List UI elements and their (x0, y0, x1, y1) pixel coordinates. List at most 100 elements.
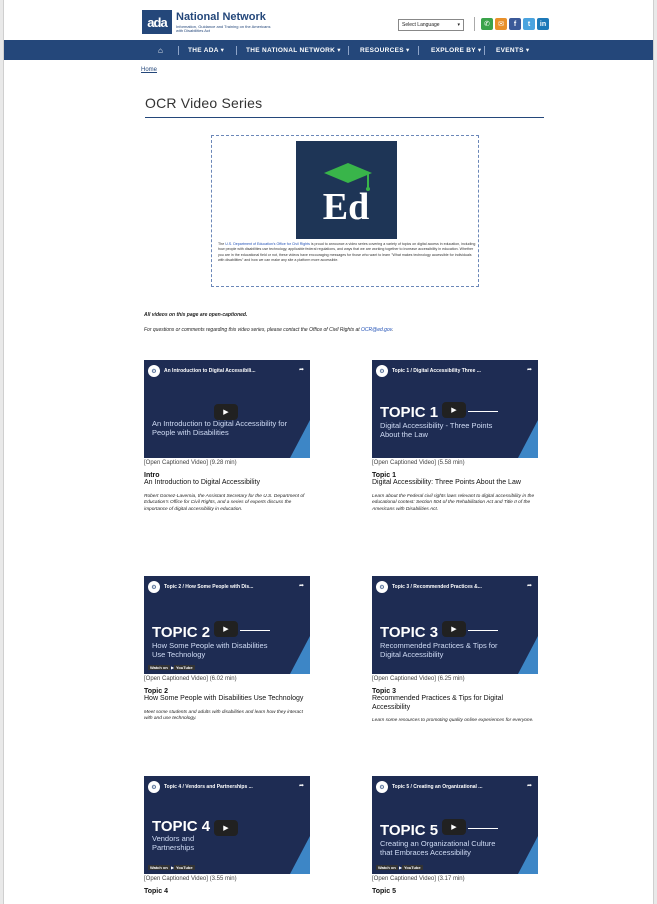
video-title: How Some People with Disabilities Use Te… (144, 695, 304, 702)
contact-note-suffix: . (391, 327, 394, 333)
play-button-icon[interactable]: ▶ (442, 621, 466, 637)
video-topic: Topic 4 (144, 888, 168, 895)
site-logo[interactable]: ada National Network Information, Guidan… (142, 10, 276, 34)
watch-on-label: Watch on (148, 665, 170, 670)
watch-on-label: Watch on (148, 865, 170, 870)
video-meta: [Open Captioned Video] (9.28 min) (144, 460, 237, 466)
watch-on-youtube[interactable]: Watch on ▶ YouTube (148, 865, 195, 870)
channel-avatar: ⚙ (376, 781, 388, 793)
logo-subtitle: Information, Guidance and Training on th… (176, 23, 271, 33)
video-player[interactable]: ⚙ Topic 1 / Digital Accessibility Three … (372, 360, 538, 458)
contact-note: For questions or comments regarding this… (144, 327, 393, 333)
thumbnail-accent (290, 836, 310, 874)
channel-avatar: ⚙ (148, 365, 160, 377)
video-card: ⚙ An Introduction to Digital Accessibili… (144, 360, 310, 514)
thumbnail-line (468, 630, 498, 631)
video-description: Robert Gomez-Lavernia, the Assistant Sec… (144, 493, 305, 513)
video-title: Digital Accessibility: Three Points Abou… (372, 479, 521, 486)
video-player[interactable]: ⚙ Topic 3 / Recommended Practices &... ➦… (372, 576, 538, 674)
video-description: Learn about the Federal civil rights law… (372, 493, 535, 513)
share-icon[interactable]: ➦ (527, 366, 532, 373)
share-icon[interactable]: ➦ (299, 366, 304, 373)
play-button-icon[interactable]: ▶ (214, 404, 238, 420)
video-card: ⚙ Topic 3 / Recommended Practices &... ➦… (372, 576, 538, 725)
video-player[interactable]: ⚙ Topic 2 / How Some People with Dis... … (144, 576, 310, 674)
thumbnail-topic: TOPIC 4 (152, 818, 211, 835)
thumbnail-topic: TOPIC 5 (380, 822, 439, 839)
video-topic: Topic 2 (144, 688, 168, 695)
thumbnail-accent (290, 420, 310, 458)
nav-item-events[interactable]: EVENTS ▾ (496, 40, 529, 60)
watch-on-label: Watch on (376, 865, 398, 870)
video-embed-title[interactable]: Topic 4 / Vendors and Partnerships ... (164, 784, 253, 790)
nav-divider (418, 46, 419, 55)
svg-text:Ed: Ed (323, 186, 369, 228)
share-icon[interactable]: ➦ (527, 582, 532, 589)
captioned-note: All videos on this page are open-caption… (144, 312, 248, 318)
nav-divider (178, 46, 179, 55)
watch-on-youtube[interactable]: Watch on ▶ YouTube (376, 865, 423, 870)
youtube-label: YouTube (402, 865, 423, 870)
video-embed-title[interactable]: An Introduction to Digital Accessibili..… (164, 368, 256, 374)
watch-on-youtube[interactable]: Watch on ▶ YouTube (148, 665, 195, 670)
phone-icon[interactable]: ✆ (481, 18, 493, 30)
video-player[interactable]: ⚙ Topic 5 / Creating an Organizational .… (372, 776, 538, 874)
title-divider (145, 117, 544, 118)
share-icon[interactable]: ➦ (299, 582, 304, 589)
nav-home-icon[interactable]: ⌂ (158, 40, 163, 60)
video-embed-title[interactable]: Topic 3 / Recommended Practices &... (392, 584, 482, 590)
linkedin-icon[interactable]: in (537, 18, 549, 30)
share-icon[interactable]: ➦ (299, 782, 304, 789)
video-topic: Topic 5 (372, 888, 396, 895)
thumbnail-subtitle: Digital Accessibility - Three Points Abo… (380, 421, 493, 439)
intro-box: Ed The U.S. Department of Education's Of… (211, 135, 479, 287)
thumbnail-subtitle: Creating an Organizational Culture that … (380, 839, 496, 857)
chevron-down-icon: ▾ (457, 22, 460, 28)
channel-avatar: ⚙ (148, 581, 160, 593)
video-description: Meet some students and adults with disab… (144, 709, 303, 722)
thumbnail-line (240, 630, 270, 631)
share-icon[interactable]: ➦ (527, 782, 532, 789)
video-player[interactable]: ⚙ An Introduction to Digital Accessibili… (144, 360, 310, 458)
channel-avatar: ⚙ (376, 365, 388, 377)
ocr-link[interactable]: Office for Civil Rights (276, 242, 309, 246)
video-meta: [Open Captioned Video] (5.58 min) (372, 460, 465, 466)
logo-mark: ada (142, 10, 172, 34)
twitter-icon[interactable]: t (523, 18, 535, 30)
nav-item-resources[interactable]: RESOURCES ▾ (360, 40, 410, 60)
play-button-icon[interactable]: ▶ (442, 819, 466, 835)
video-description: Learn some resources to promoting qualit… (372, 718, 534, 723)
play-button-icon[interactable]: ▶ (214, 621, 238, 637)
thumbnail-topic: TOPIC 3 (380, 624, 439, 641)
thumbnail-topic: TOPIC 2 (152, 624, 211, 641)
thumbnail-accent (290, 636, 310, 674)
thumbnail-subtitle: How Some People with Disabilities Use Te… (152, 641, 268, 659)
header-divider (474, 17, 475, 31)
ocr-email-link[interactable]: OCR@ed.gov (361, 327, 392, 333)
video-title: An Introduction to Digital Accessibility (144, 479, 260, 486)
email-icon[interactable]: ✉ (495, 18, 507, 30)
video-topic: Topic 1 (372, 472, 396, 479)
video-card: ⚙ Topic 1 / Digital Accessibility Three … (372, 360, 538, 514)
breadcrumb-home[interactable]: Home (141, 67, 157, 73)
nav-item-national-network[interactable]: THE NATIONAL NETWORK ▾ (246, 40, 341, 60)
facebook-icon[interactable]: f (509, 18, 521, 30)
video-card: ⚙ Topic 4 / Vendors and Partnerships ...… (144, 776, 310, 895)
video-embed-title[interactable]: Topic 5 / Creating an Organizational ... (392, 784, 482, 790)
video-player[interactable]: ⚙ Topic 4 / Vendors and Partnerships ...… (144, 776, 310, 874)
language-select-value: Select Language (402, 22, 440, 28)
thumbnail-line (468, 828, 498, 829)
nav-item-the-ada[interactable]: THE ADA ▾ (188, 40, 224, 60)
channel-avatar: ⚙ (148, 781, 160, 793)
page-title: OCR Video Series (145, 95, 263, 111)
play-button-icon[interactable]: ▶ (214, 820, 238, 836)
ed-department-link[interactable]: U.S. Department of Education's (225, 242, 275, 246)
video-meta: [Open Captioned Video] (3.55 min) (144, 876, 237, 882)
nav-item-explore-by[interactable]: EXPLORE BY ▾ (431, 40, 481, 60)
video-embed-title[interactable]: Topic 2 / How Some People with Dis... (164, 584, 253, 590)
thumbnail-topic: TOPIC 1 (380, 404, 439, 421)
language-select[interactable]: Select Language ▾ (398, 19, 464, 31)
youtube-label: YouTube (174, 865, 195, 870)
video-embed-title[interactable]: Topic 1 / Digital Accessibility Three ..… (392, 368, 481, 374)
play-button-icon[interactable]: ▶ (442, 402, 466, 418)
